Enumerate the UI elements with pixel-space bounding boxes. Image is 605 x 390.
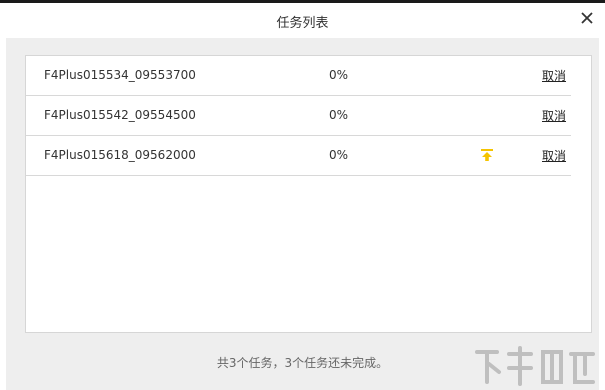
cancel-task-button[interactable]: 取消 — [542, 67, 566, 84]
task-list: F4Plus015534_09553700 0% 取消 F4Plus015542… — [25, 55, 592, 333]
task-name: F4Plus015618_09562000 — [44, 148, 196, 162]
task-row: F4Plus015534_09553700 0% 取消 — [26, 56, 571, 96]
close-icon — [581, 12, 593, 24]
task-progress: 0% — [329, 108, 349, 122]
close-button[interactable] — [579, 10, 595, 26]
task-list-dialog: 任务列表 F4Plus015534_09553700 0% 取消 F4Plus0… — [0, 3, 605, 390]
task-row: F4Plus015542_09554500 0% 取消 — [26, 96, 571, 136]
task-name: F4Plus015534_09553700 — [44, 68, 196, 82]
task-name: F4Plus015542_09554500 — [44, 108, 196, 122]
cancel-task-button[interactable]: 取消 — [542, 147, 566, 164]
dialog-body: F4Plus015534_09553700 0% 取消 F4Plus015542… — [6, 38, 599, 390]
dialog-title: 任务列表 — [276, 16, 329, 31]
task-row: F4Plus015618_09562000 0% 取消 — [26, 136, 571, 176]
pin-to-top-icon — [481, 149, 493, 161]
pin-to-top-button[interactable] — [480, 148, 494, 162]
watermark-logo — [475, 346, 595, 386]
title-bar: 任务列表 — [0, 3, 605, 38]
task-progress: 0% — [329, 68, 349, 82]
cancel-task-button[interactable]: 取消 — [542, 107, 566, 124]
task-progress: 0% — [329, 148, 349, 162]
